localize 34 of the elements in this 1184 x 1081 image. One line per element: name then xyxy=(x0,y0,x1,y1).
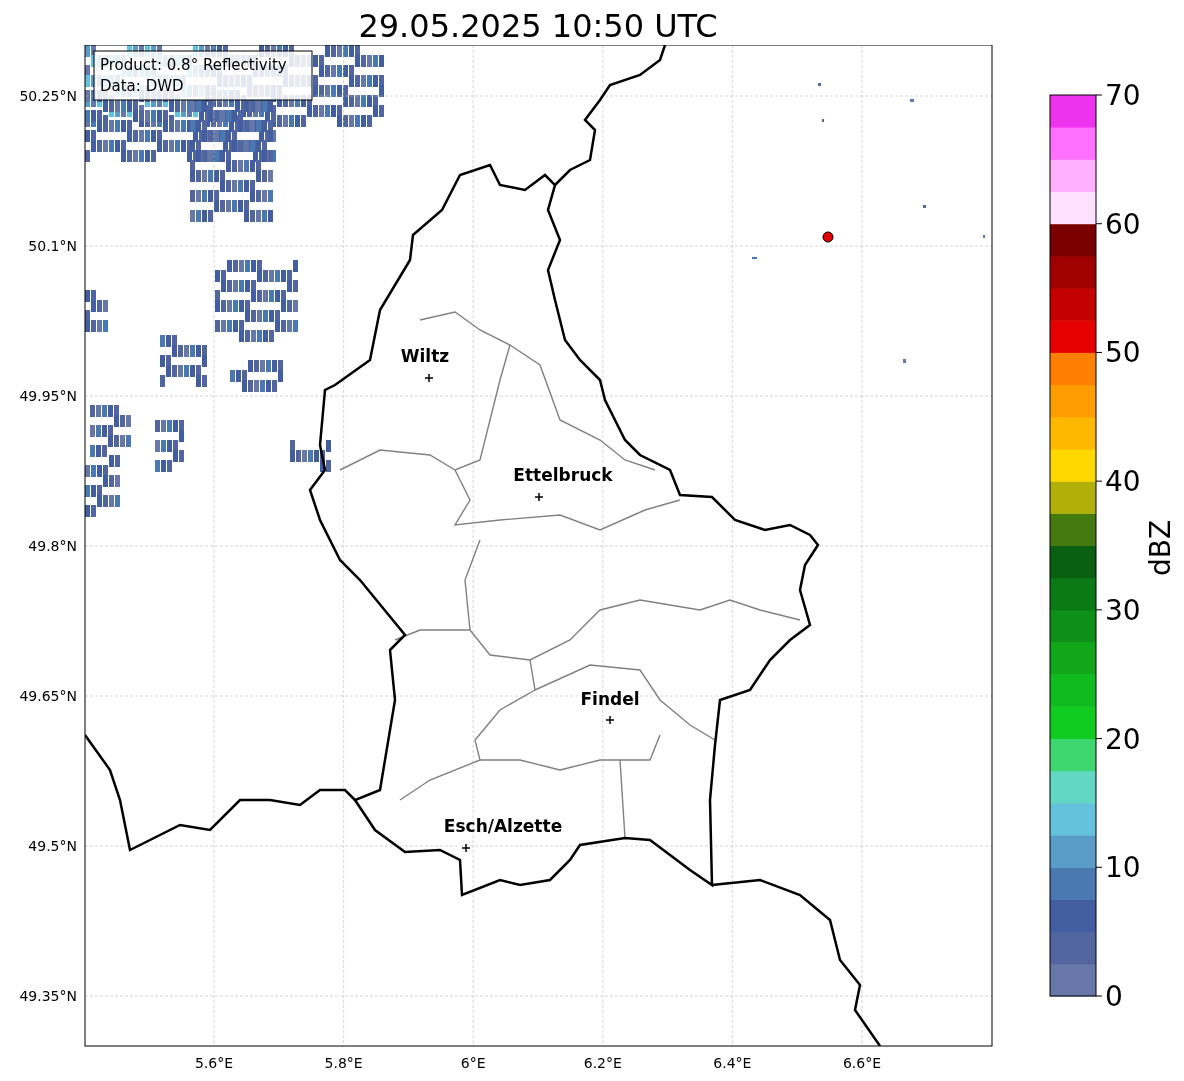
colorbar-tick-label: 10 xyxy=(1105,851,1141,885)
colorbar-tick-label: 30 xyxy=(1105,593,1141,627)
city-label: Wiltz xyxy=(400,346,450,366)
colorbar-tick-label: 70 xyxy=(1105,79,1141,112)
axis-tick-label: 50.1°N xyxy=(28,238,77,254)
axis-tick-label: 50.25°N xyxy=(19,88,77,104)
city-marker-icon xyxy=(534,492,544,502)
axis-tick-label: 49.95°N xyxy=(19,388,77,404)
axis-tick-label: 49.8°N xyxy=(28,538,77,554)
axis-tick-label: 6°E xyxy=(460,1055,486,1071)
colorbar-tick-label: 50 xyxy=(1105,336,1141,370)
city-label: Ettelbruck xyxy=(513,465,613,485)
city-marker-icon xyxy=(605,715,615,725)
axis-tick-label: 49.5°N xyxy=(28,838,77,854)
axis-tick-label: 5.6°E xyxy=(194,1055,234,1071)
city-label: Findel xyxy=(580,689,640,709)
city-marker-icon xyxy=(424,373,434,383)
colorbar-tick-label: 60 xyxy=(1105,207,1141,241)
colorbar-tick-label: 40 xyxy=(1105,465,1141,499)
axis-tick-label: 6.6°E xyxy=(842,1055,882,1071)
city-marker-icon xyxy=(461,843,471,853)
axis-tick-label: 5.8°E xyxy=(324,1055,363,1071)
radar-site-marker xyxy=(822,231,834,243)
axis-tick-label: 49.65°N xyxy=(19,688,77,704)
colorbar-tick-label: 20 xyxy=(1105,722,1141,756)
axis-tick-label: 49.35°N xyxy=(19,988,77,1004)
chart-title: 29.05.2025 10:50 UTC xyxy=(358,6,718,45)
info-text: Product: 0.8° Reflectivity xyxy=(100,56,287,74)
axis-tick-label: 6.4°E xyxy=(713,1055,752,1071)
axis-tick-label: 6.2°E xyxy=(583,1055,622,1071)
city-label: Esch/Alzette xyxy=(443,816,563,836)
info-text: Data: DWD xyxy=(100,77,184,95)
colorbar-tick-label: 0 xyxy=(1105,980,1123,1013)
colorbar-label: dBZ xyxy=(1144,519,1177,577)
